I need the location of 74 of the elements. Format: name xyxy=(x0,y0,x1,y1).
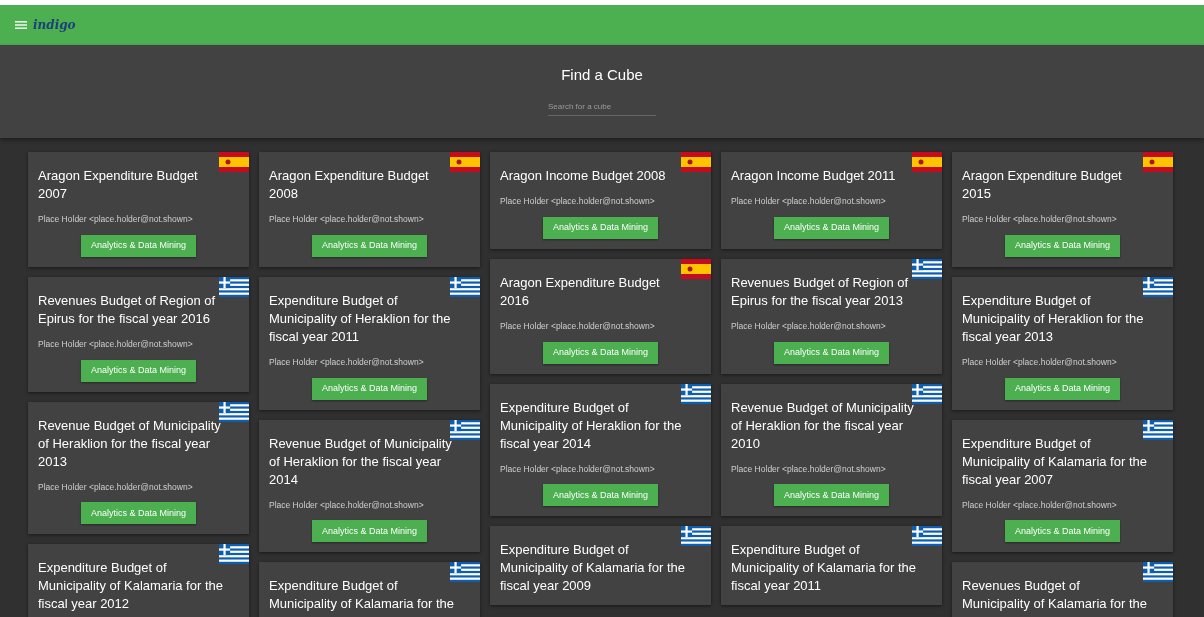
cube-title: Revenues Budget of Municipality of Kalamaria for the xyxy=(962,577,1148,614)
cube-author: Place Holder <place.holder@not.shown> xyxy=(731,319,887,333)
analytics-button[interactable]: Analytics & Data Mining xyxy=(1004,520,1120,543)
cube-author: Place Holder <place.holder@not.shown> xyxy=(38,337,194,351)
cube-author: Place Holder <place.holder@not.shown> xyxy=(38,480,194,494)
cube-author: Place Holder <place.holder@not.shown> xyxy=(500,195,656,208)
flag-icon xyxy=(450,152,480,172)
analytics-button[interactable]: Analytics & Data Mining xyxy=(80,502,196,525)
cube-author: Place Holder <place.holder@not.shown> xyxy=(962,498,1118,512)
cube-title: Expenditure Budget of Municipality of Heraklion for the fiscal year 2011 xyxy=(269,291,452,346)
flag-icon xyxy=(1143,562,1173,583)
flag-icon xyxy=(450,562,480,583)
flag-icon xyxy=(912,383,942,404)
cube-title: Aragon Income Budget 2008 xyxy=(500,167,667,185)
flag-icon xyxy=(1143,276,1173,297)
analytics-button[interactable]: Analytics & Data Mining xyxy=(1004,377,1120,400)
analytics-button[interactable]: Analytics & Data Mining xyxy=(773,341,889,364)
analytics-button[interactable]: Analytics & Data Mining xyxy=(542,216,658,239)
search-field[interactable]: Search for a cube xyxy=(548,100,656,116)
cube-title: Aragon Income Budget 2011 xyxy=(731,167,897,185)
flag-icon xyxy=(219,152,249,172)
cube-author: Place Holder <place.holder@not.shown> xyxy=(962,355,1118,369)
flag-icon xyxy=(1143,419,1173,440)
flag-icon xyxy=(681,152,711,172)
cube-title: Revenues Budget of Region of Epirus for the fiscal year 2013 xyxy=(731,273,910,310)
flag-icon xyxy=(1143,152,1173,172)
analytics-button[interactable]: Analytics & Data Mining xyxy=(1004,234,1120,257)
cube-author: Place Holder <place.holder@not.shown> xyxy=(500,462,656,476)
cube-title: Expenditure Budget of Municipality of Kalamaria for the xyxy=(269,577,455,614)
analytics-button[interactable]: Analytics & Data Mining xyxy=(773,216,889,239)
flag-icon xyxy=(219,276,249,297)
analytics-button[interactable]: Analytics & Data Mining xyxy=(80,234,196,257)
flag-icon xyxy=(681,526,711,547)
cube-title: Revenue Budget of Municipality of Heraklion for the fiscal year 2013 xyxy=(38,416,222,471)
cube-title: Expenditure Budget of Municipality of Heraklion for the fiscal year 2014 xyxy=(500,398,683,453)
cube-title: Aragon Expenditure Budget 2008 xyxy=(269,167,430,203)
analytics-button[interactable]: Analytics & Data Mining xyxy=(773,484,889,507)
analytics-button[interactable]: Analytics & Data Mining xyxy=(311,234,427,257)
analytics-button[interactable]: Analytics & Data Mining xyxy=(542,484,658,507)
analytics-button[interactable]: Analytics & Data Mining xyxy=(542,341,658,364)
cube-title: Expenditure Budget of Municipality of Kalamaria for the fiscal year 2012 xyxy=(38,559,224,614)
app-logo[interactable]: indigo xyxy=(33,16,76,34)
cube-title: Expenditure Budget of Municipality of Kalamaria for the fiscal year 2009 xyxy=(500,541,686,596)
analytics-button[interactable]: Analytics & Data Mining xyxy=(80,359,196,382)
cube-author: Place Holder <place.holder@not.shown> xyxy=(269,213,425,226)
flag-icon xyxy=(681,258,711,279)
cube-title: Aragon Expenditure Budget 2015 xyxy=(962,167,1123,203)
cube-title: Aragon Expenditure Budget 2016 xyxy=(500,273,661,310)
cube-title: Expenditure Budget of Municipality of Kalamaria for the fiscal year 2007 xyxy=(962,434,1148,489)
cube-title: Expenditure Budget of Municipality of Kalamaria for the fiscal year 2011 xyxy=(731,541,917,596)
cube-author: Place Holder <place.holder@not.shown> xyxy=(38,213,194,226)
cube-author: Place Holder <place.holder@not.shown> xyxy=(500,319,656,333)
page-title: Find a Cube xyxy=(561,65,643,85)
cube-title: Expenditure Budget of Municipality of Heraklion for the fiscal year 2013 xyxy=(962,291,1145,346)
flag-icon xyxy=(681,383,711,404)
cube-author: Place Holder <place.holder@not.shown> xyxy=(962,213,1118,226)
cube-author: Place Holder <place.holder@not.shown> xyxy=(269,355,425,369)
menu-icon[interactable] xyxy=(15,20,27,30)
flag-icon xyxy=(450,276,480,297)
flag-icon xyxy=(912,152,942,172)
flag-icon xyxy=(912,526,942,547)
cube-author: Place Holder <place.holder@not.shown> xyxy=(269,498,425,512)
flag-icon xyxy=(912,258,942,279)
cube-author: Place Holder <place.holder@not.shown> xyxy=(731,462,887,476)
cube-author: Place Holder <place.holder@not.shown> xyxy=(731,195,887,208)
cube-title: Revenue Budget of Municipality of Heraklion for the fiscal year 2010 xyxy=(731,398,915,453)
analytics-button[interactable]: Analytics & Data Mining xyxy=(311,520,427,543)
cube-title: Aragon Expenditure Budget 2007 xyxy=(38,167,199,203)
flag-icon xyxy=(219,401,249,422)
flag-icon xyxy=(450,419,480,440)
flag-icon xyxy=(219,544,249,565)
cube-title: Revenues Budget of Region of Epirus for the fiscal year 2016 xyxy=(38,291,217,328)
cube-title: Revenue Budget of Municipality of Heraklion for the fiscal year 2014 xyxy=(269,434,453,489)
analytics-button[interactable]: Analytics & Data Mining xyxy=(311,377,427,400)
